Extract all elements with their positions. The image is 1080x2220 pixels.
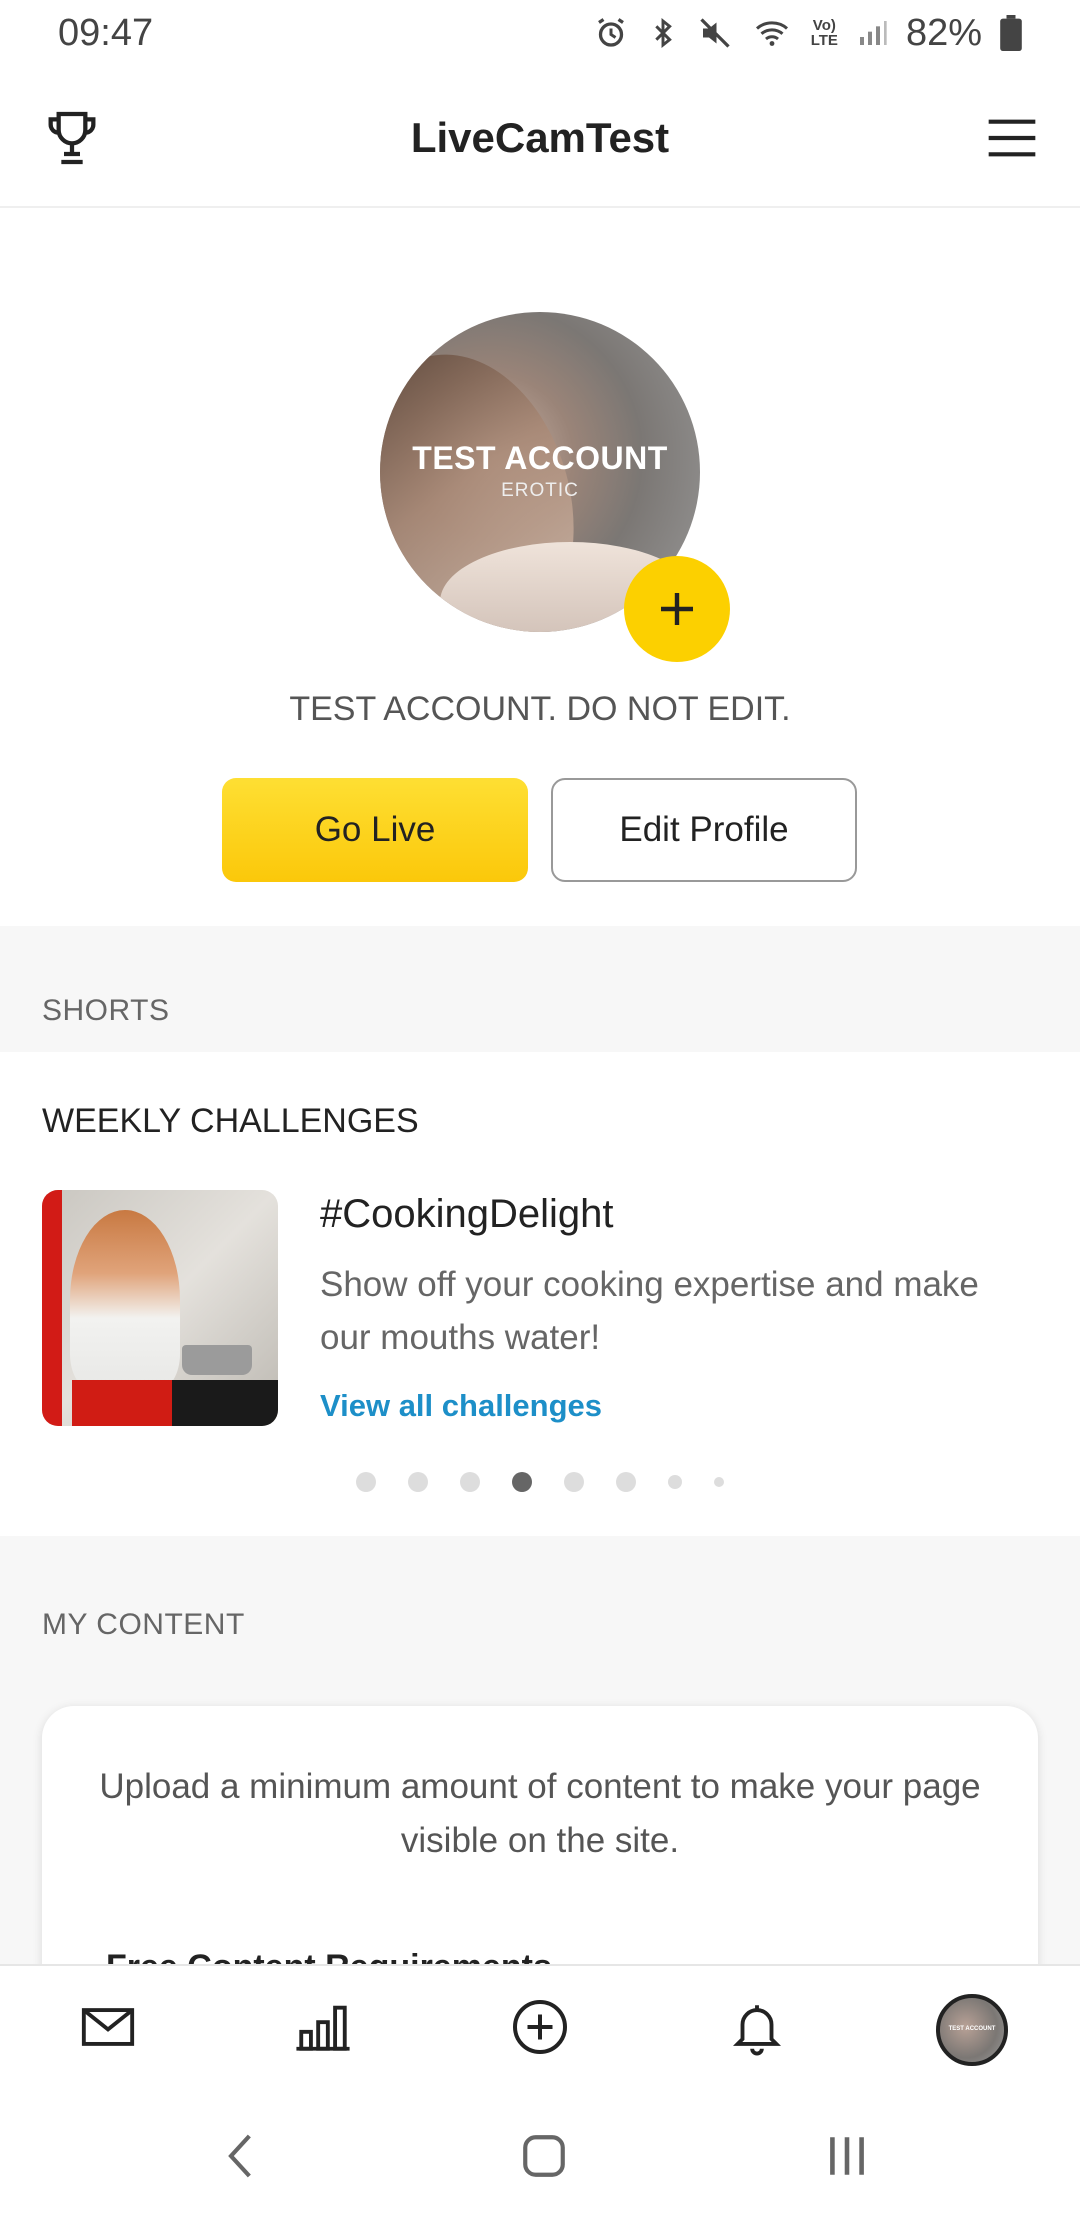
pager-dot[interactable] bbox=[408, 1472, 428, 1492]
view-all-challenges-link[interactable]: View all challenges bbox=[320, 1388, 602, 1424]
nav-notifications[interactable] bbox=[722, 1992, 792, 2062]
mute-icon bbox=[700, 18, 730, 48]
pager-dot[interactable] bbox=[668, 1475, 682, 1489]
bluetooth-icon bbox=[655, 17, 672, 49]
status-time: 09:47 bbox=[58, 12, 154, 54]
system-nav-bar bbox=[0, 2086, 1080, 2220]
nav-add[interactable] bbox=[505, 1992, 575, 2062]
battery-percent: 82% bbox=[905, 11, 982, 54]
thumb-stove bbox=[172, 1380, 278, 1426]
pager-dot[interactable] bbox=[460, 1472, 480, 1492]
pager-dot[interactable] bbox=[714, 1477, 724, 1487]
status-bar: 09:47 Vo) LTE 82% bbox=[0, 0, 1080, 66]
stats-icon bbox=[296, 2005, 350, 2051]
bottom-nav: TEST ACCOUNT bbox=[0, 1964, 1080, 2086]
go-live-button[interactable]: Go Live bbox=[222, 778, 528, 882]
weekly-challenges-title: WEEKLY CHALLENGES bbox=[42, 1102, 419, 1140]
bell-icon bbox=[732, 2005, 782, 2056]
content-card-text: Upload a minimum amount of content to ma… bbox=[99, 1767, 981, 1860]
plus-icon bbox=[661, 593, 693, 625]
profile-section: TEST ACCOUNT EROTIC TEST ACCOUNT. DO NOT… bbox=[0, 208, 1080, 926]
shorts-label[interactable]: SHORTS bbox=[42, 994, 169, 1028]
wifi-icon bbox=[755, 21, 788, 46]
content-requirements-card: Upload a minimum amount of content to ma… bbox=[42, 1706, 1038, 2006]
mail-icon bbox=[81, 2008, 135, 2046]
system-back-button[interactable] bbox=[206, 2126, 276, 2186]
challenge-name[interactable]: #CookingDelight bbox=[320, 1192, 614, 1237]
avatar-subtitle: EROTIC bbox=[501, 480, 579, 501]
add-photo-button[interactable] bbox=[624, 556, 730, 662]
pager-dot[interactable] bbox=[564, 1472, 584, 1492]
thumb-pot bbox=[182, 1345, 252, 1375]
nav-messages[interactable] bbox=[73, 1992, 143, 2062]
thumb-person bbox=[70, 1210, 180, 1390]
edit-profile-button[interactable]: Edit Profile bbox=[551, 778, 857, 882]
thumb-red-wall bbox=[42, 1190, 62, 1426]
nav-profile-avatar[interactable]: TEST ACCOUNT bbox=[936, 1994, 1008, 2066]
app-bar: LiveCamTest bbox=[0, 66, 1080, 208]
alarm-icon bbox=[597, 18, 624, 47]
weekly-challenges: WEEKLY CHALLENGES #CookingDelight Show o… bbox=[0, 1052, 1080, 1536]
my-content-label: MY CONTENT bbox=[42, 1608, 245, 1641]
pager-dot-active[interactable] bbox=[512, 1472, 532, 1492]
challenge-description: Show off your cooking expertise and make… bbox=[320, 1265, 979, 1357]
carousel-pager bbox=[0, 1472, 1080, 1492]
signal-icon bbox=[859, 21, 887, 45]
add-circle-icon bbox=[513, 2000, 567, 2054]
status-icons: Vo) LTE 82% bbox=[593, 10, 1022, 56]
pager-dot[interactable] bbox=[616, 1472, 636, 1492]
menu-button[interactable] bbox=[984, 110, 1040, 166]
system-home-button[interactable] bbox=[509, 2126, 579, 2186]
app-title: LiveCamTest bbox=[410, 114, 670, 161]
avatar-title: TEST ACCOUNT bbox=[412, 440, 668, 476]
back-chevron-icon bbox=[228, 2134, 251, 2178]
volte-icon: Vo) LTE bbox=[810, 17, 838, 49]
menu-icon bbox=[988, 119, 1036, 157]
shorts-section: SHORTS bbox=[0, 926, 1080, 1052]
nav-stats[interactable] bbox=[288, 1992, 358, 2062]
thumb-counter bbox=[72, 1380, 172, 1426]
pager-dot[interactable] bbox=[356, 1472, 376, 1492]
recents-icon bbox=[830, 2137, 864, 2175]
challenge-thumbnail[interactable] bbox=[42, 1190, 278, 1426]
home-square-icon bbox=[523, 2135, 565, 2177]
battery-icon bbox=[1000, 15, 1022, 51]
nav-avatar-text: TEST ACCOUNT bbox=[948, 2026, 996, 2032]
profile-name: TEST ACCOUNT. DO NOT EDIT. bbox=[289, 690, 791, 728]
system-recents-button[interactable] bbox=[812, 2126, 882, 2186]
